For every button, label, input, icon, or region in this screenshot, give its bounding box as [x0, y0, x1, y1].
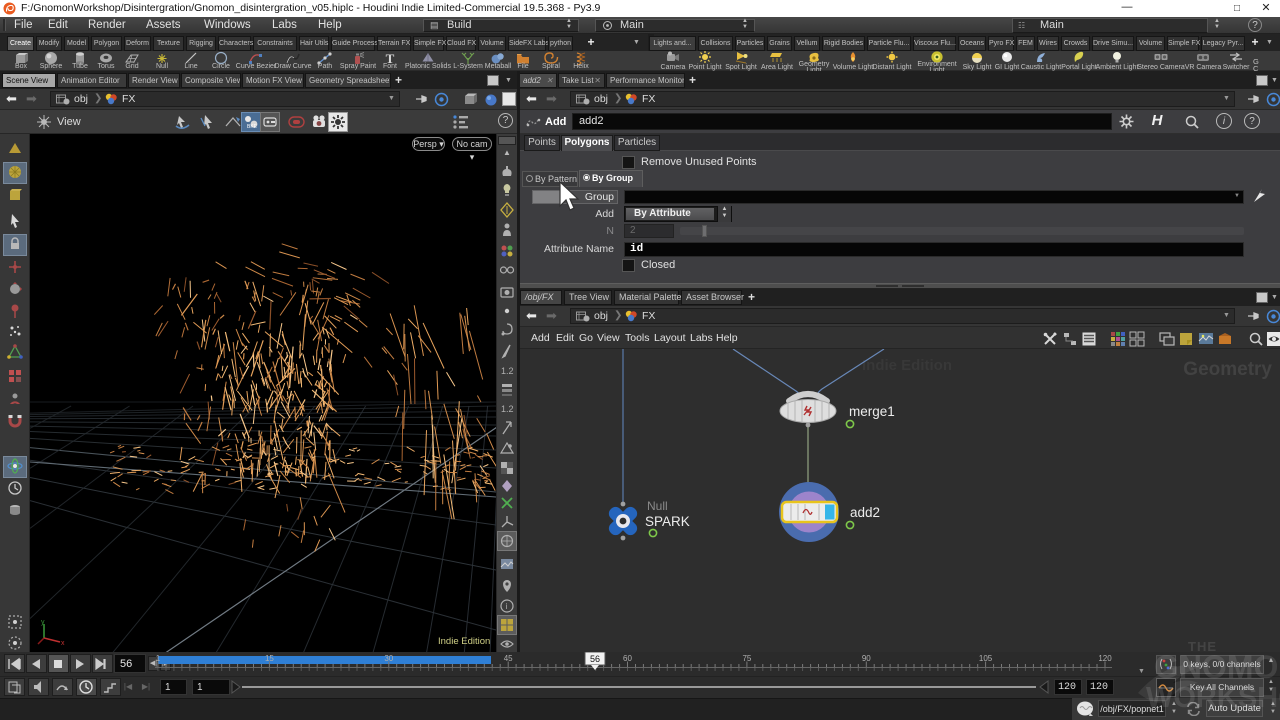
svg-text:1: 1 — [156, 654, 161, 663]
svg-text:15: 15 — [265, 654, 274, 663]
svg-text:merge1: merge1 — [849, 404, 895, 419]
svg-text:45: 45 — [504, 654, 513, 663]
svg-text:y: y — [41, 619, 45, 626]
svg-text:Null: Null — [647, 499, 668, 513]
svg-text:75: 75 — [742, 654, 751, 663]
svg-text:Geometry: Geometry — [1183, 359, 1272, 380]
svg-text:BKE: BKE — [247, 124, 258, 130]
svg-text:SPARK: SPARK — [645, 514, 690, 529]
svg-text:x: x — [61, 640, 65, 647]
svg-text:30: 30 — [384, 654, 393, 663]
svg-text:1.2: 1.2 — [501, 404, 514, 414]
svg-text:56: 56 — [590, 654, 600, 664]
svg-text:Indie Edition: Indie Edition — [862, 357, 952, 374]
svg-text:add2: add2 — [850, 505, 880, 520]
svg-text:60: 60 — [623, 654, 632, 663]
svg-text:i: i — [506, 602, 508, 611]
svg-text:90: 90 — [862, 654, 871, 663]
svg-text:1.2: 1.2 — [501, 366, 514, 376]
svg-text:120: 120 — [1098, 654, 1112, 663]
svg-text:105: 105 — [979, 654, 993, 663]
